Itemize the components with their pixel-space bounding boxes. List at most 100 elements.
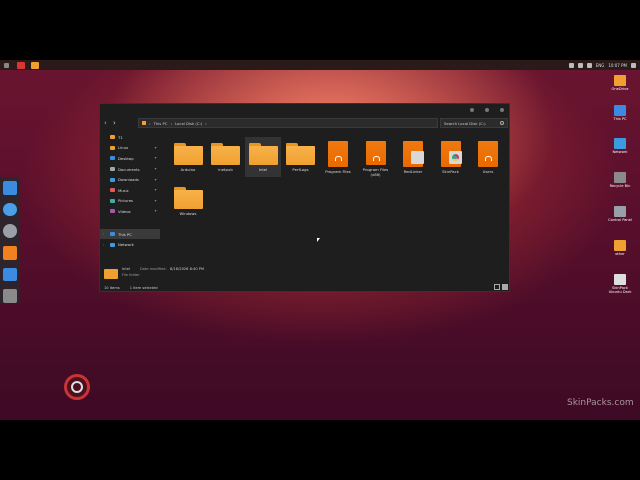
- folder-label: Arduino: [180, 167, 196, 172]
- back-arrow-icon[interactable]: [4, 62, 9, 68]
- expand-chevron-icon[interactable]: ›: [103, 243, 104, 247]
- folder-icon: [110, 145, 115, 150]
- desktop-icon-item[interactable]: Network: [605, 138, 635, 154]
- power-icon[interactable]: [631, 62, 636, 68]
- watermark: SkinPacks.com: [567, 398, 634, 408]
- maximize-button[interactable]: [485, 108, 489, 112]
- close-button[interactable]: [500, 108, 504, 112]
- sidebar-item[interactable]: Linux ✦: [100, 143, 160, 154]
- folder-item[interactable]: Intel: [245, 137, 281, 177]
- sidebar-item[interactable]: › Network: [100, 239, 160, 250]
- address-bar[interactable]: › This PC › Local Disk (C:) ›: [138, 118, 438, 128]
- files-dock-icon[interactable]: [3, 267, 17, 282]
- network-tray-icon[interactable]: [577, 62, 583, 68]
- trash-dock-icon[interactable]: [3, 289, 17, 304]
- sidebar-item-label: Videos: [118, 208, 131, 214]
- videos-icon: [110, 209, 115, 214]
- details-view-button[interactable]: [494, 284, 500, 290]
- expand-chevron-icon[interactable]: ›: [103, 232, 104, 236]
- date-modified-label: Date modified:: [140, 267, 167, 271]
- desktop-item-icon: [614, 240, 626, 251]
- sidebar-item-label: Downloads: [118, 177, 139, 183]
- back-button[interactable]: ‹: [104, 119, 113, 127]
- breadcrumb-local-disk[interactable]: Local Disk (C:): [175, 121, 202, 126]
- network-dock-icon[interactable]: [3, 202, 17, 217]
- desktop-icon-item[interactable]: SkinPack Ubuntu Dark: [605, 274, 635, 294]
- desktop-icon-item[interactable]: OneDrive: [605, 75, 635, 91]
- folder-item[interactable]: PerfLogs: [283, 137, 319, 177]
- sidebar-item[interactable]: Music ✦: [100, 185, 160, 196]
- logo-inner-ring: [71, 381, 83, 393]
- large-icons-view-button[interactable]: [502, 284, 508, 290]
- sidebar-item-label: T1: [118, 134, 123, 140]
- sidebar-item[interactable]: T1: [100, 132, 160, 143]
- music-icon: [110, 188, 115, 193]
- sidebar-item[interactable]: › This PC: [100, 228, 160, 240]
- folder-label: Windows: [179, 211, 197, 216]
- volume-icon[interactable]: [586, 62, 592, 68]
- app-red-icon[interactable]: [17, 61, 25, 69]
- folder-item[interactable]: RedLinker: [395, 137, 431, 177]
- folder-item[interactable]: Users: [470, 137, 506, 177]
- skinpack-logo: [64, 374, 90, 400]
- folder-item[interactable]: Program Files (x86): [358, 137, 394, 177]
- folder-icon: [440, 141, 462, 167]
- folder-label: Users: [482, 169, 494, 174]
- sidebar-item[interactable]: Downloads ✦: [100, 174, 160, 185]
- pin-icon: ✦: [154, 177, 157, 182]
- notification-icon[interactable]: [568, 62, 574, 68]
- desktop-icon-item[interactable]: other: [605, 240, 635, 256]
- folder-item[interactable]: Windows: [170, 181, 206, 221]
- pin-icon: ✦: [154, 209, 157, 214]
- sidebar-item[interactable]: Desktop ✦: [100, 153, 160, 164]
- desktop-item-label: SkinPack Ubuntu Dark: [608, 286, 632, 295]
- pc-icon: [142, 121, 146, 125]
- search-placeholder: Search Local Disk (C:): [444, 120, 486, 126]
- forward-button[interactable]: ›: [113, 119, 122, 127]
- sidebar-item[interactable]: Pictures ✦: [100, 196, 160, 207]
- minimize-button[interactable]: [470, 108, 474, 112]
- breadcrumb-this-pc[interactable]: This PC: [154, 121, 168, 126]
- navigation-pane: T1 Linux ✦ Desktop ✦ Documents ✦ Downloads ✦ Musi…: [100, 132, 160, 264]
- desktop-item-label: other: [615, 252, 625, 256]
- mouse-cursor: [317, 238, 320, 242]
- desktop-icon-item[interactable]: This PC: [605, 105, 635, 121]
- sidebar-item-label: Desktop: [118, 155, 134, 161]
- title-bar[interactable]: [100, 104, 509, 116]
- sidebar-item[interactable]: Documents ✦: [100, 164, 160, 175]
- sidebar-item-label: This PC: [118, 231, 132, 237]
- folder-icon: [211, 143, 240, 165]
- orange-app-dock-icon[interactable]: [3, 246, 17, 260]
- desktop-icon-item[interactable]: Recycle Bin: [605, 172, 635, 188]
- pin-icon: ✦: [154, 188, 157, 193]
- folder-label: RedLinker: [403, 169, 423, 174]
- desktop-item-icon: [614, 206, 626, 217]
- folder-app-icon[interactable]: [31, 61, 39, 69]
- desktop-icon-item[interactable]: Control Panel: [605, 206, 635, 222]
- folder-item[interactable]: inetpub: [208, 137, 244, 177]
- clock[interactable]: 10:07 PM: [608, 63, 627, 68]
- folder-icon: [248, 143, 278, 165]
- folder-icon: [365, 141, 386, 166]
- selection-count: 1 item selected: [129, 286, 158, 290]
- folder-item[interactable]: SkinPack: [433, 137, 469, 177]
- documents-icon: [110, 167, 115, 172]
- sidebar-item[interactable]: Videos ✦: [100, 206, 160, 217]
- folder-item[interactable]: Arduino: [170, 137, 206, 177]
- item-count: 10 items: [104, 286, 120, 290]
- folder-icon: [173, 187, 203, 209]
- selected-name: Intel: [122, 267, 130, 271]
- network-icon: [110, 242, 115, 247]
- computer-dock-icon[interactable]: [3, 181, 17, 195]
- folder-item[interactable]: Program Files: [320, 137, 356, 177]
- desktop-item-icon: [614, 274, 626, 285]
- details-pane: Intel File folder Date modified: 8/18/20…: [100, 264, 511, 284]
- desktop-icon: [110, 156, 115, 161]
- settings-dock-icon[interactable]: [3, 224, 17, 239]
- downloads-icon: [110, 177, 115, 182]
- language-indicator[interactable]: ENG: [596, 63, 605, 68]
- folder-icon: [173, 143, 203, 165]
- search-input[interactable]: Search Local Disk (C:): [440, 118, 508, 128]
- pin-icon: ✦: [154, 156, 157, 161]
- top-panel: ENG 10:07 PM: [0, 60, 640, 70]
